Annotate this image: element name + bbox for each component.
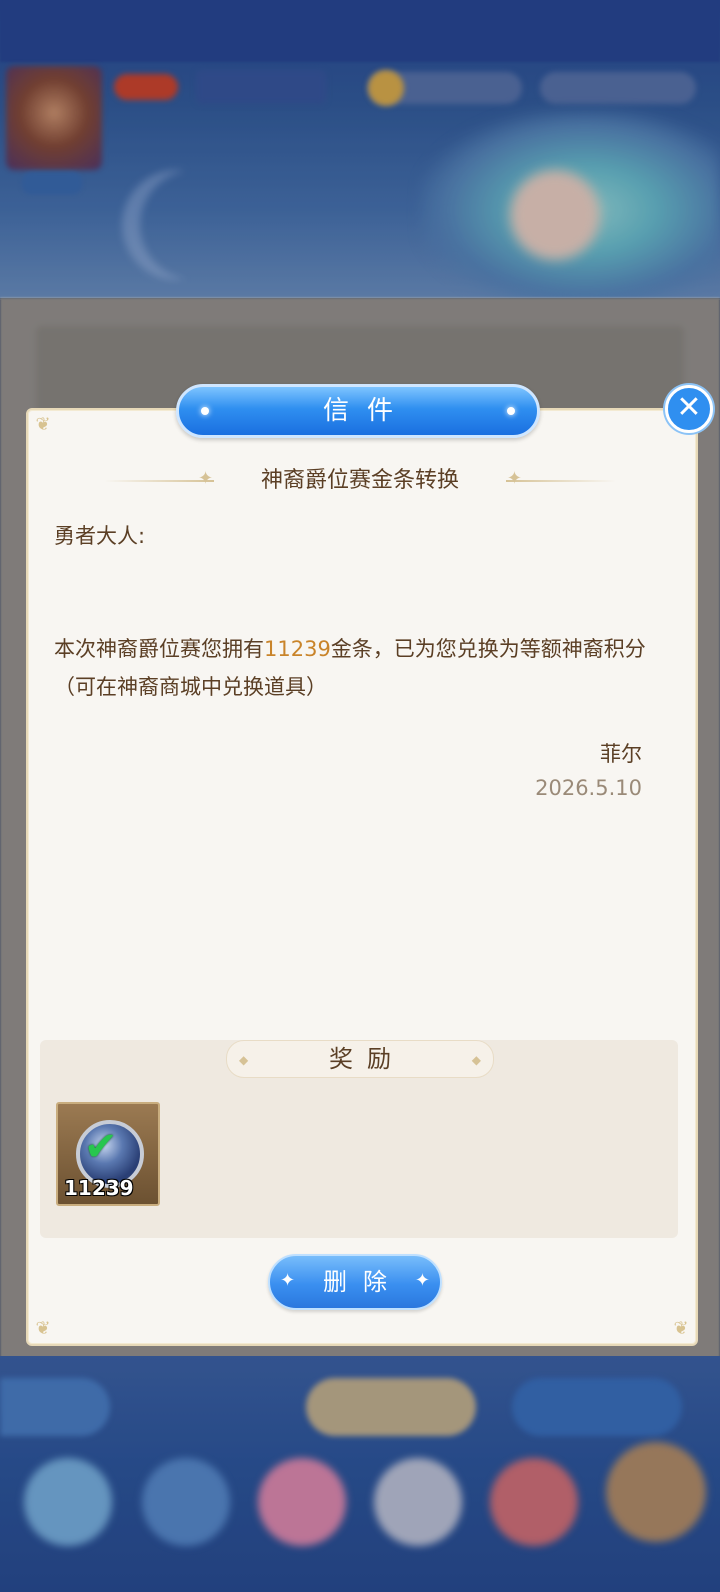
dialog-title-ribbon: 信件 bbox=[176, 384, 540, 438]
sparkle-icon: ✦ bbox=[414, 1270, 430, 1291]
sparkle-icon: ✦ bbox=[506, 468, 522, 489]
corner-ornament-icon: ❦ bbox=[673, 1318, 689, 1339]
delete-button[interactable]: ✦ 删除 ✦ bbox=[268, 1254, 442, 1310]
reward-title: 奖励 bbox=[329, 1045, 405, 1073]
close-button[interactable]: ✕ bbox=[665, 385, 713, 433]
reward-item[interactable]: ✔ 11239 bbox=[56, 1102, 160, 1206]
reward-item-count: 11239 bbox=[64, 1176, 134, 1200]
dialog-title: 信件 bbox=[322, 396, 411, 426]
letter-greeting: 勇者大人: bbox=[54, 524, 146, 548]
sparkle-icon: ◆ bbox=[471, 1053, 481, 1067]
letter-date: 2026.5.10 bbox=[535, 776, 642, 800]
corner-ornament-icon: ❦ bbox=[35, 414, 51, 435]
subject-row: ✦ 神裔爵位赛金条转换 ✦ bbox=[90, 462, 630, 500]
reward-title-banner: ◆ 奖励 ◆ bbox=[226, 1040, 494, 1078]
sparkle-icon bbox=[507, 407, 515, 415]
letter-body: 本次神裔爵位赛您拥有11239金条，已为您兑换为等额神裔积分（可在神裔商城中兑换… bbox=[54, 637, 646, 699]
corner-ornament-icon: ❦ bbox=[35, 1318, 51, 1339]
gold-bar-amount: 11239 bbox=[264, 637, 331, 661]
checkmark-icon: ✔ bbox=[84, 1124, 118, 1170]
letter-signer: 菲尔 bbox=[600, 742, 642, 766]
close-icon: ✕ bbox=[676, 390, 702, 425]
